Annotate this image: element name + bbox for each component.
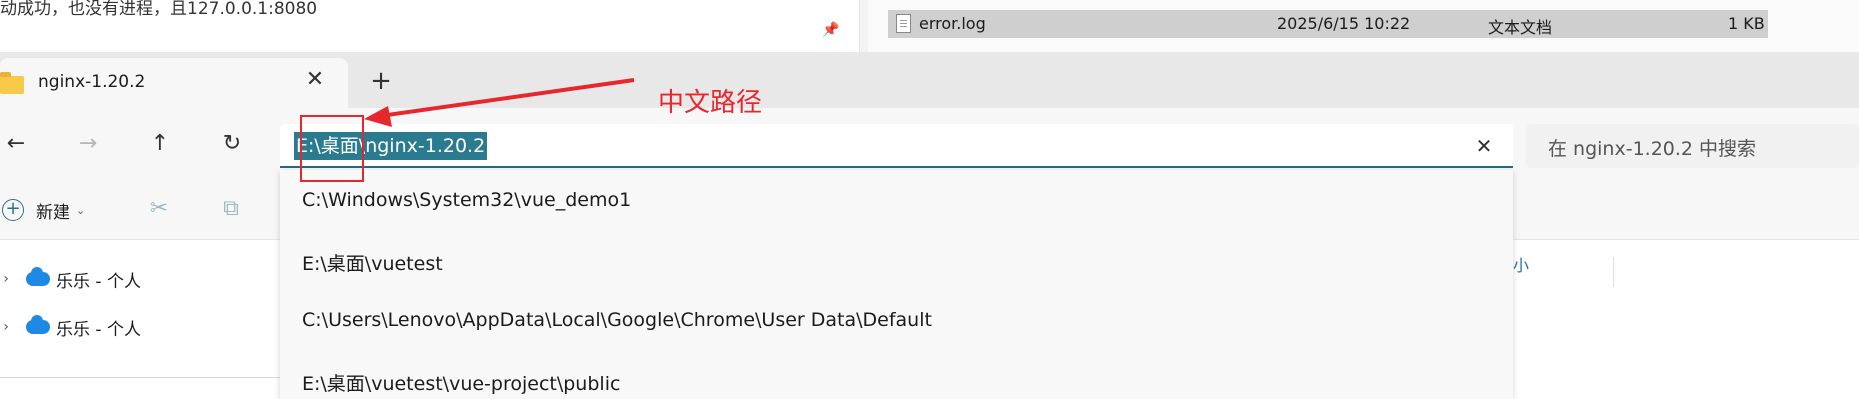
copy-icon[interactable]: ⧉ — [218, 196, 244, 222]
suggestion-item[interactable]: E:\桌面\vuetest — [302, 249, 443, 276]
tree-item-label: 乐乐 - 个人 — [56, 319, 141, 340]
onedrive-cloud-icon — [26, 315, 50, 334]
tab-bar: nginx-1.20.2 ✕ + — [0, 52, 1859, 108]
new-tab-button[interactable]: + — [368, 68, 394, 94]
tree-divider — [0, 377, 280, 378]
search-box[interactable]: 在 nginx-1.20.2 中搜索 — [1526, 124, 1859, 168]
file-row-error-log[interactable]: error.log 2025/6/15 10:22 文本文档 1 KB — [888, 10, 1768, 38]
new-button[interactable]: + 新建 ⌄ — [0, 194, 85, 226]
close-tab-icon[interactable]: ✕ — [302, 67, 328, 93]
background-text-panel: 动成功，也没有进程，且127.0.0.1:8080 📌 — [0, 0, 860, 52]
text-file-icon — [896, 14, 911, 33]
annotation-label: 中文路径 — [658, 88, 763, 118]
file-name: error.log — [919, 14, 986, 33]
clear-address-icon[interactable]: ✕ — [1472, 134, 1496, 158]
tree-item-onedrive-2[interactable]: › 乐乐 - 个人 — [0, 310, 141, 344]
explorer-window: nginx-1.20.2 ✕ + ← → ↑ ↻ + 新建 ⌄ ✂ ⧉ › 乐乐… — [0, 52, 1859, 399]
folder-icon — [0, 72, 24, 94]
pin-icon[interactable]: 📌 — [822, 22, 839, 38]
suggestion-item[interactable]: C:\Users\Lenovo\AppData\Local\Google\Chr… — [302, 309, 932, 331]
onedrive-cloud-icon — [26, 267, 50, 286]
tree-item-onedrive-1[interactable]: › 乐乐 - 个人 — [0, 262, 141, 296]
column-header-size[interactable]: 小 — [1513, 252, 1529, 276]
chevron-right-icon[interactable]: › — [0, 319, 12, 335]
tree-item-label: 乐乐 - 个人 — [56, 271, 141, 292]
suggestion-item[interactable]: C:\Windows\System32\vue_demo1 — [302, 189, 631, 211]
refresh-icon[interactable]: ↻ — [216, 128, 248, 160]
plus-circle-icon: + — [2, 199, 24, 221]
up-arrow-icon[interactable]: ↑ — [144, 128, 176, 160]
chevron-down-icon: ⌄ — [76, 203, 86, 217]
file-size: 1 KB — [1728, 14, 1765, 33]
background-text: 动成功，也没有进程，且127.0.0.1:8080 — [0, 0, 318, 19]
tab-nginx[interactable]: nginx-1.20.2 ✕ — [0, 58, 348, 108]
file-modified: 2025/6/15 10:22 — [1277, 14, 1411, 33]
address-suggestions-dropdown: C:\Windows\System32\vue_demo1 E:\桌面\vuet… — [280, 170, 1513, 399]
background-window: 动成功，也没有进程，且127.0.0.1:8080 📌 error.log 20… — [0, 0, 1859, 52]
forward-arrow-icon[interactable]: → — [72, 128, 104, 160]
tab-title: nginx-1.20.2 — [38, 72, 146, 92]
new-button-label: 新建 — [36, 202, 70, 223]
suggestion-item[interactable]: E:\桌面\vuetest\vue-project\public — [302, 369, 620, 396]
annotation-highlight-box — [300, 115, 364, 182]
address-bar[interactable]: E:\桌面\nginx-1.20.2 ✕ — [280, 124, 1513, 168]
column-divider[interactable] — [1613, 257, 1614, 287]
cut-icon[interactable]: ✂ — [146, 196, 172, 222]
search-input[interactable]: 在 nginx-1.20.2 中搜索 — [1548, 134, 1756, 161]
file-type: 文本文档 — [1488, 18, 1553, 37]
chevron-right-icon[interactable]: › — [0, 271, 12, 287]
back-arrow-icon[interactable]: ← — [0, 128, 32, 160]
